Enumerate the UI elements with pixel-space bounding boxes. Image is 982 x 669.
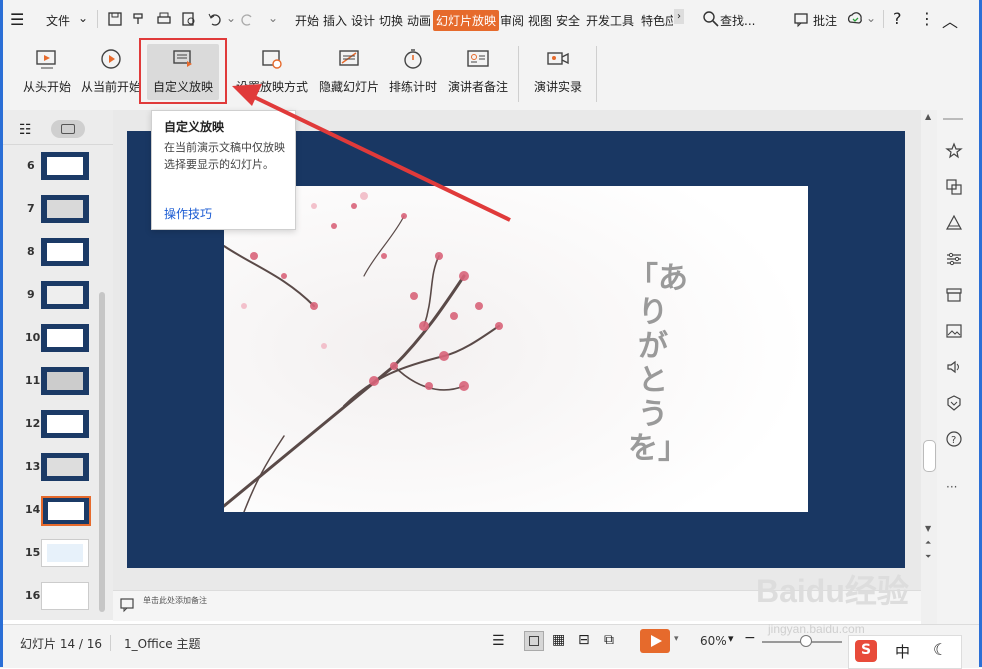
ime-toolbar: S 中 ☾ xyxy=(848,635,962,669)
normal-view-icon xyxy=(529,636,539,646)
divider xyxy=(110,635,111,651)
next-slide-icon[interactable]: ⏷ xyxy=(925,552,931,562)
zoom-level[interactable]: 60% xyxy=(700,634,727,648)
scroll-up-icon[interactable]: ▲ xyxy=(925,112,931,121)
drag-handle[interactable] xyxy=(943,118,963,120)
reading-view-icon[interactable]: ⊟ xyxy=(578,632,590,648)
presenter-view-icon[interactable]: ⧉ xyxy=(604,632,614,648)
normal-view-button[interactable] xyxy=(524,631,544,651)
slide-sorter-icon[interactable]: ▦ xyxy=(552,632,565,648)
object-icon[interactable] xyxy=(945,178,963,196)
shape-icon[interactable] xyxy=(945,214,963,232)
shield-icon[interactable] xyxy=(945,394,963,412)
slide-counter: 幻灯片 14 / 16 xyxy=(20,637,103,651)
archive-icon[interactable] xyxy=(945,286,963,304)
more-panels-icon[interactable]: ··· xyxy=(946,480,957,494)
svg-text:?: ? xyxy=(951,435,956,446)
image-icon[interactable] xyxy=(945,322,963,340)
effects-star-icon[interactable] xyxy=(945,142,963,160)
theme-name[interactable]: 1_Office 主题 xyxy=(124,635,200,652)
zoom-slider-thumb[interactable] xyxy=(800,635,812,647)
audio-icon[interactable] xyxy=(945,358,963,376)
zoom-out-icon[interactable]: − xyxy=(744,630,756,646)
help-circle-icon[interactable]: ? xyxy=(945,430,963,448)
scroll-down-icon[interactable]: ▼ xyxy=(925,524,931,533)
right-sidebar: ? ··· xyxy=(937,110,982,630)
notes-placeholder: 单击此处添加备注 xyxy=(143,596,207,605)
notes-icon xyxy=(120,598,134,613)
play-dropdown-icon[interactable]: ▾ xyxy=(674,634,679,644)
ime-language-toggle[interactable]: 中 xyxy=(895,641,910,662)
properties-icon[interactable] xyxy=(945,250,963,268)
sogou-logo-icon[interactable]: S xyxy=(855,640,877,662)
notes-toggle-icon[interactable]: ☰ xyxy=(492,633,505,649)
canvas-scrollbar[interactable]: ▲ ▼ ⏶ ⏷ xyxy=(921,110,937,630)
baidu-watermark-url: jingyan.baidu.com xyxy=(768,622,865,636)
play-icon xyxy=(651,635,662,647)
baidu-watermark: Baidu经验 xyxy=(756,573,909,609)
moon-icon[interactable]: ☾ xyxy=(933,640,947,659)
prev-slide-icon[interactable]: ⏶ xyxy=(925,538,931,548)
zoom-dropdown-icon[interactable]: ▾ xyxy=(728,632,734,645)
play-slideshow-button[interactable] xyxy=(640,629,670,653)
scroll-thumb[interactable] xyxy=(923,440,936,472)
